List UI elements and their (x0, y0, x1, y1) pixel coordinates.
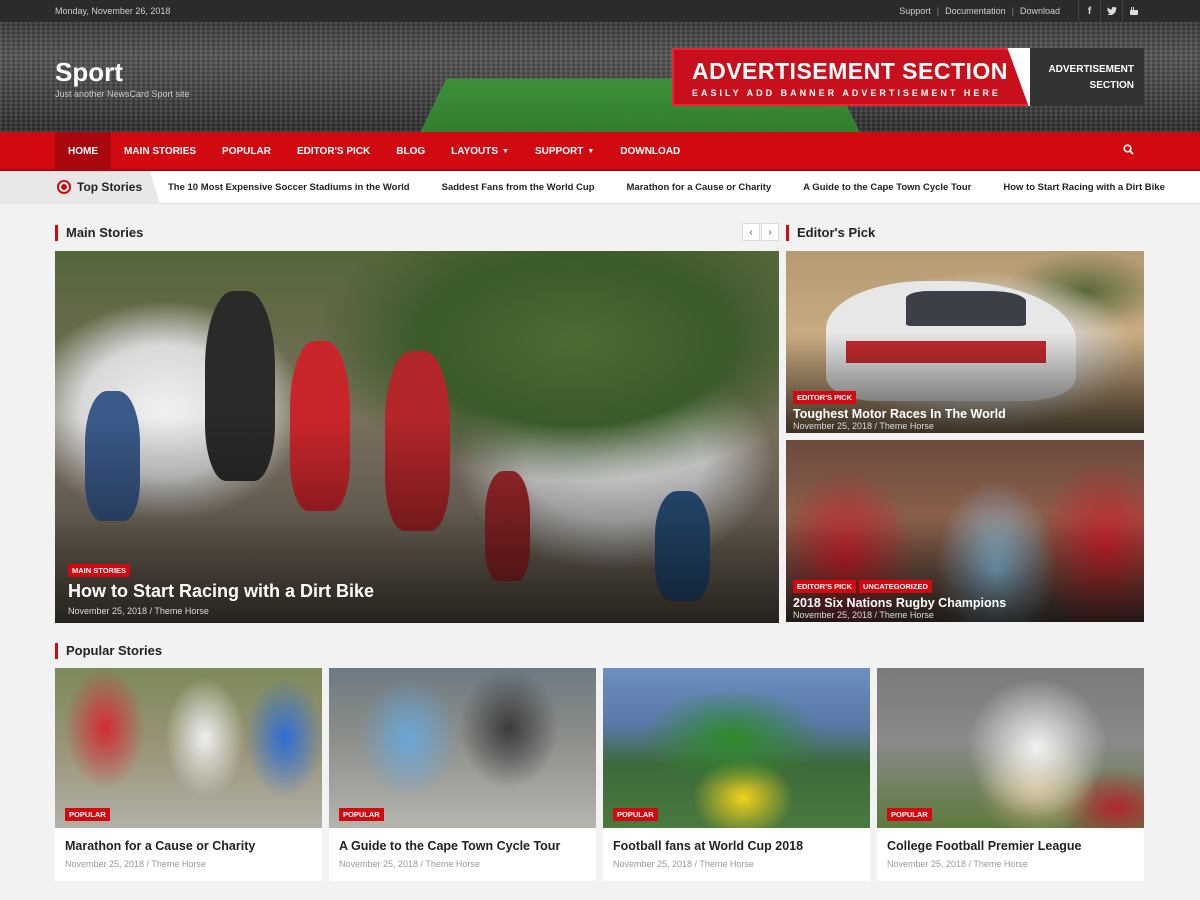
nav-item-layouts[interactable]: LAYOUTS ▼ (438, 132, 522, 171)
popular-card[interactable]: POPULAR A Guide to the Cape Town Cycle T… (329, 668, 596, 881)
section-heading-popular-stories: Popular Stories (55, 643, 162, 659)
slider-prev-button[interactable]: ‹ (742, 223, 760, 241)
site-title[interactable]: Sport (55, 57, 123, 88)
nav-label: HOME (68, 146, 98, 157)
post-meta: November 25, 2018 / Theme Horse (793, 421, 934, 431)
post-title[interactable]: Toughest Motor Races In The World (793, 407, 1006, 421)
facebook-icon[interactable]: f (1078, 0, 1100, 22)
card-title[interactable]: Football fans at World Cup 2018 (613, 839, 803, 853)
popular-card[interactable]: POPULAR Marathon for a Cause or Charity … (55, 668, 322, 881)
ticker-items: The 10 Most Expensive Soccer Stadiums in… (168, 182, 1165, 193)
category-badge[interactable]: POPULAR (65, 808, 110, 821)
nav-label: LAYOUTS (451, 146, 499, 157)
category-badge[interactable]: POPULAR (613, 808, 658, 821)
current-date: Monday, November 26, 2018 (55, 6, 171, 16)
card-title[interactable]: A Guide to the Cape Town Cycle Tour (339, 839, 560, 853)
nav-item-blog[interactable]: BLOG (383, 132, 438, 171)
card-image[interactable] (55, 668, 322, 828)
post-meta: November 25, 2018 / Theme Horse (65, 859, 206, 869)
nav-label: EDITOR'S PICK (296, 146, 371, 157)
card-image[interactable] (329, 668, 596, 828)
card-image[interactable] (603, 668, 870, 828)
editors-pick-post[interactable]: EDITOR'S PICK UNCATEGORIZED 2018 Six Nati… (786, 440, 1144, 622)
nav-item-editors-pick[interactable]: EDITOR'S PICK (284, 132, 383, 171)
ad-side-label: ADVERTISEMENT SECTION (1030, 48, 1144, 106)
ticker-item[interactable]: Marathon for a Cause or Charity (627, 182, 772, 193)
post-meta: November 25, 2018 / Theme Horse (793, 610, 934, 620)
nav-label: SUPPORT (534, 146, 584, 157)
post-meta: November 25, 2018 / Theme Horse (68, 606, 209, 616)
category-badge[interactable]: POPULAR (887, 808, 932, 821)
section-heading-main-stories: Main Stories (55, 225, 143, 241)
category-badge[interactable]: UNCATEGORIZED (859, 580, 932, 593)
ad-title: ADVERTISEMENT SECTION (692, 58, 1008, 84)
ad-banner[interactable]: ADVERTISEMENT SECTION EASILY ADD BANNER … (672, 48, 1042, 106)
post-title[interactable]: 2018 Six Nations Rugby Champions (793, 596, 1006, 610)
main-navigation: HOME MAIN STORIES POPULAR EDITOR'S PICK … (0, 132, 1200, 171)
card-image[interactable] (877, 668, 1144, 828)
section-heading-editors-pick: Editor's Pick (786, 225, 875, 241)
chevron-down-icon: ▼ (587, 148, 595, 155)
top-stories-ticker: Top Stories The 10 Most Expensive Soccer… (0, 171, 1200, 204)
top-links: Support | Documentation | Download (899, 6, 1060, 16)
card-title[interactable]: Marathon for a Cause or Charity (65, 839, 255, 853)
slider-next-button[interactable]: › (761, 223, 779, 241)
category-badge[interactable]: MAIN STORIES (68, 564, 131, 577)
category-badge[interactable]: EDITOR'S PICK (793, 391, 856, 404)
chevron-down-icon: ▼ (502, 148, 509, 155)
nav-label: BLOG (396, 146, 426, 157)
ticker-item[interactable]: Saddest Fans from the World Cup (442, 182, 595, 193)
nav-item-support[interactable]: SUPPORT ▼ (522, 132, 607, 171)
ticker-title: Top Stories (77, 180, 143, 194)
nav-item-download[interactable]: DOWNLOAD (607, 132, 693, 171)
live-dot-icon (57, 180, 71, 194)
featured-caption: MAIN STORIES How to Start Racing with a … (68, 560, 374, 616)
featured-title[interactable]: How to Start Racing with a Dirt Bike (68, 581, 374, 602)
ticker-item[interactable]: The 10 Most Expensive Soccer Stadiums in… (168, 182, 410, 193)
post-meta: November 25, 2018 / Theme Horse (339, 859, 480, 869)
post-meta: November 25, 2018 / Theme Horse (613, 859, 754, 869)
social-links: f (1078, 0, 1144, 22)
top-link-download[interactable]: Download (1020, 6, 1060, 16)
ad-side-line1: ADVERTISEMENT (1048, 64, 1134, 75)
editors-pick-post[interactable]: EDITOR'S PICK Toughest Motor Races In Th… (786, 251, 1144, 433)
top-link-support[interactable]: Support (899, 6, 931, 16)
site-header: Sport Just another NewsCard Sport site A… (0, 22, 1200, 132)
nav-item-popular[interactable]: POPULAR (209, 132, 284, 171)
post-meta: November 25, 2018 / Theme Horse (887, 859, 1028, 869)
category-badge[interactable]: POPULAR (339, 808, 384, 821)
ticker-item[interactable]: How to Start Racing with a Dirt Bike (1003, 182, 1165, 193)
nav-label: MAIN STORIES (124, 146, 197, 157)
popular-card[interactable]: POPULAR College Football Premier League … (877, 668, 1144, 881)
popular-card[interactable]: POPULAR Football fans at World Cup 2018 … (603, 668, 870, 881)
nav-item-main-stories[interactable]: MAIN STORIES (111, 132, 209, 171)
search-icon[interactable] (1123, 132, 1134, 171)
ad-side-line2: SECTION (1089, 80, 1134, 91)
site-tagline: Just another NewsCard Sport site (55, 89, 190, 99)
card-title[interactable]: College Football Premier League (887, 839, 1082, 853)
youtube-icon[interactable] (1122, 0, 1144, 22)
nav-item-home[interactable]: HOME (55, 132, 111, 171)
rally-car-window (906, 291, 1026, 326)
nav-label: DOWNLOAD (620, 146, 681, 157)
post-caption: EDITOR'S PICK UNCATEGORIZED 2018 Six Nati… (793, 576, 1006, 620)
post-caption: EDITOR'S PICK Toughest Motor Races In Th… (793, 387, 1006, 431)
ad-subtitle: EASILY ADD BANNER ADVERTISEMENT HERE (692, 88, 1001, 98)
top-link-documentation[interactable]: Documentation (945, 6, 1006, 16)
category-badge[interactable]: EDITOR'S PICK (793, 580, 856, 593)
ticker-item[interactable]: A Guide to the Cape Town Cycle Tour (803, 182, 971, 193)
featured-story[interactable]: MAIN STORIES How to Start Racing with a … (55, 251, 779, 623)
separator: | (1011, 6, 1014, 16)
twitter-icon[interactable] (1100, 0, 1122, 22)
top-bar: Monday, November 26, 2018 Support | Docu… (0, 0, 1200, 22)
nav-label: POPULAR (222, 146, 271, 157)
separator: | (936, 6, 940, 16)
